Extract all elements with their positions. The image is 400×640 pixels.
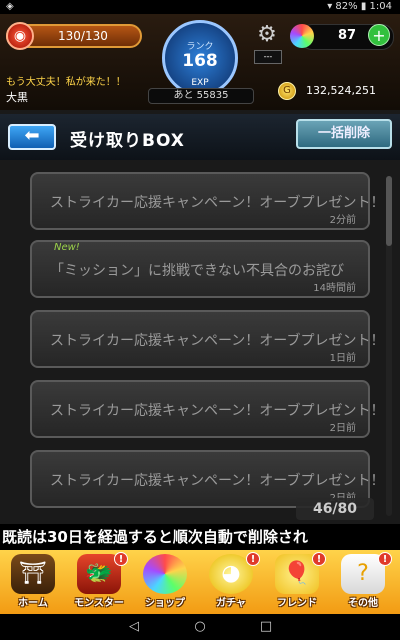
mail-subject: ストライカー応援キャンペーン！オーブプレゼント！ xyxy=(50,333,385,349)
notice-ticker: 既読は30日を経過すると順次自動で削除され xyxy=(0,524,400,550)
back-button[interactable]: ⬅ xyxy=(8,124,56,150)
page-title: 受け取りBOX xyxy=(70,131,185,151)
player-status-bar: ◉ 130/130 ランク 168 EXP あと 55835 ⚙ --- 87 … xyxy=(0,14,400,110)
bulk-delete-button[interactable]: 一括削除 xyxy=(296,119,392,149)
mail-count: 46/80 xyxy=(296,498,374,520)
mail-subject: ストライカー応援キャンペーン！オーブプレゼント！ xyxy=(50,473,385,489)
mail-list[interactable]: ストライカー応援キャンペーン！オーブプレゼント！ 2分前 New! 「ミッション… xyxy=(0,168,400,526)
nav-monster[interactable]: 🐲 ! モンスター xyxy=(66,552,132,612)
mail-time: 2日前 xyxy=(329,423,356,434)
nav-shop[interactable]: ショップ xyxy=(132,552,198,612)
notification-badge: ! xyxy=(378,552,392,566)
add-orb-button[interactable]: + xyxy=(368,24,390,46)
status-right: ▾ 82% ▮ 1:04 xyxy=(327,1,392,12)
gear-status: --- xyxy=(254,50,282,64)
nav-label: ショップ xyxy=(145,598,185,609)
mail-subject: ストライカー応援キャンペーン！オーブプレゼント！ xyxy=(50,403,385,419)
battery-icon: ▮ xyxy=(360,1,367,12)
orb-icon xyxy=(290,24,314,48)
mail-time: 14時間前 xyxy=(313,283,356,294)
mail-item[interactable]: ストライカー応援キャンペーン！オーブプレゼント！ 1日前 xyxy=(30,310,384,368)
mail-subject: ストライカー応援キャンペーン！オーブプレゼント！ xyxy=(50,195,385,211)
notification-badge: ! xyxy=(312,552,326,566)
clock: 1:04 xyxy=(369,1,392,12)
nav-friend[interactable]: 🎈 ! フレンド xyxy=(264,552,330,612)
back-arrow-icon: ⬅ xyxy=(24,125,40,146)
mail-item[interactable]: ストライカー応援キャンペーン！オーブプレゼント！ 2分前 xyxy=(30,172,384,230)
back-triangle-icon[interactable]: ◁ xyxy=(124,618,144,636)
hp-icon: ◉ xyxy=(6,22,34,50)
mail-item[interactable]: ストライカー応援キャンペーン！オーブプレゼント！ 2日前 xyxy=(30,380,384,438)
mail-time: 1日前 xyxy=(329,353,356,364)
android-icon: ◈ xyxy=(6,1,14,12)
player-name: 大黒 xyxy=(6,91,28,104)
battery-percent: 82% xyxy=(335,1,358,12)
system-status-bar: ◈ ▾ 82% ▮ 1:04 xyxy=(0,0,400,14)
mail-item[interactable]: New! 「ミッション」に挑戦できない不具合のお詫び 14時間前 xyxy=(30,240,370,298)
home-circle-icon[interactable]: ○ xyxy=(190,618,210,636)
scrollbar-thumb[interactable] xyxy=(386,176,392,246)
exp-label: EXP xyxy=(191,78,209,88)
recents-square-icon[interactable]: □ xyxy=(256,618,276,636)
notification-badge: ! xyxy=(246,552,260,566)
nav-label: モンスター xyxy=(74,598,124,609)
nav-label: フレンド xyxy=(277,598,317,609)
exp-remaining: あと 55835 xyxy=(148,88,254,104)
new-badge: New! xyxy=(54,242,80,253)
rainbow-orb-icon xyxy=(143,554,187,594)
mail-subject: 「ミッション」に挑戦できない不具合のお詫び xyxy=(50,263,344,279)
hp-value: 130/130 xyxy=(58,29,108,43)
page-header: ⬅ 受け取りBOX 一括削除 xyxy=(0,114,400,160)
bottom-nav: ⛩ ホーム 🐲 ! モンスター ショップ ◕ ! ガチャ 🎈 ! フレンド ? … xyxy=(0,550,400,614)
nav-gacha[interactable]: ◕ ! ガチャ xyxy=(198,552,264,612)
nav-label: ガチャ xyxy=(216,598,246,609)
coin-icon: G xyxy=(278,82,296,100)
nav-label: ホーム xyxy=(18,598,48,609)
rank-value: 168 xyxy=(182,51,218,71)
mail-time: 2分前 xyxy=(329,215,356,226)
gear-icon[interactable]: ⚙ xyxy=(252,20,282,50)
nav-other[interactable]: ? ! その他 xyxy=(330,552,396,612)
notice-text: 既読は30日を経過すると順次自動で削除され xyxy=(2,528,308,546)
nav-label: その他 xyxy=(348,598,378,609)
notification-badge: ! xyxy=(114,552,128,566)
coin-count: 132,524,251 xyxy=(306,84,376,97)
wifi-icon: ▾ xyxy=(327,1,333,12)
home-gate-icon: ⛩ xyxy=(11,554,55,594)
system-nav-bar: ◁ ○ □ xyxy=(0,614,400,640)
orb-count: 87 xyxy=(338,28,357,43)
player-message: もう大丈夫！私が来た！！ xyxy=(6,77,126,88)
nav-home[interactable]: ⛩ ホーム xyxy=(0,552,66,612)
